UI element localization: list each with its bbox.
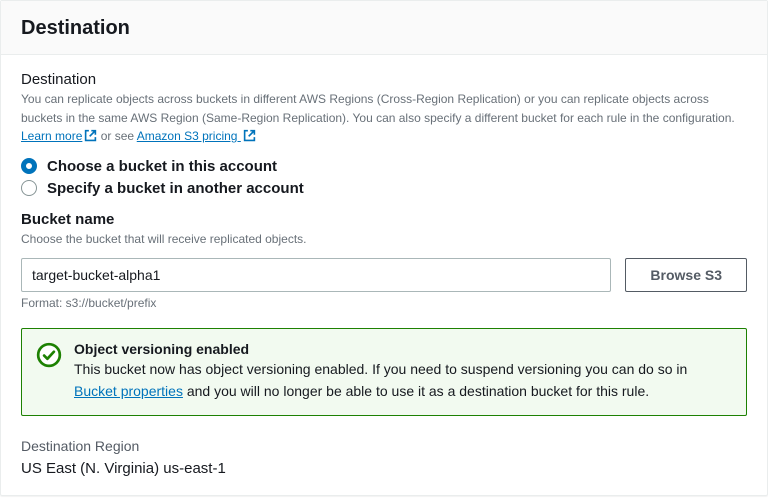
alert-title: Object versioning enabled xyxy=(74,341,732,357)
bucket-properties-link[interactable]: Bucket properties xyxy=(74,383,183,399)
radio-this-account-label: Choose a bucket in this account xyxy=(47,158,277,175)
radio-other-account-label: Specify a bucket in another account xyxy=(47,180,304,197)
destination-help-mid: or see xyxy=(97,129,136,143)
destination-panel: Destination Destination You can replicat… xyxy=(0,0,768,496)
learn-more-link[interactable]: Learn more xyxy=(21,129,97,143)
versioning-alert: Object versioning enabled This bucket no… xyxy=(21,328,747,415)
external-link-icon xyxy=(84,129,97,148)
external-link-icon xyxy=(243,129,256,148)
pricing-link[interactable]: Amazon S3 pricing xyxy=(137,129,256,143)
bucket-name-label: Bucket name xyxy=(21,211,747,228)
browse-s3-button[interactable]: Browse S3 xyxy=(625,258,747,292)
destination-section-label: Destination xyxy=(21,71,747,88)
destination-region-label: Destination Region xyxy=(21,438,747,454)
radio-button-icon xyxy=(21,158,37,174)
alert-content: Object versioning enabled This bucket no… xyxy=(74,341,732,402)
destination-help-pre: You can replicate objects across buckets… xyxy=(21,92,735,125)
alert-text: This bucket now has object versioning en… xyxy=(74,359,732,402)
bucket-field-row: Browse S3 xyxy=(21,258,747,292)
radio-other-account[interactable]: Specify a bucket in another account xyxy=(21,180,747,197)
radio-button-icon xyxy=(21,180,37,196)
bucket-format-hint: Format: s3://bucket/prefix xyxy=(21,296,747,310)
bucket-name-input[interactable] xyxy=(21,258,611,292)
destination-region-value: US East (N. Virginia) us-east-1 xyxy=(21,460,747,477)
bucket-name-help: Choose the bucket that will receive repl… xyxy=(21,230,747,249)
destination-radio-group: Choose a bucket in this account Specify … xyxy=(21,158,747,197)
panel-body: Destination You can replicate objects ac… xyxy=(1,55,767,495)
destination-help-text: You can replicate objects across buckets… xyxy=(21,90,747,148)
radio-this-account[interactable]: Choose a bucket in this account xyxy=(21,158,747,175)
panel-title: Destination xyxy=(21,17,747,40)
panel-header: Destination xyxy=(1,1,767,55)
check-circle-icon xyxy=(36,342,62,402)
